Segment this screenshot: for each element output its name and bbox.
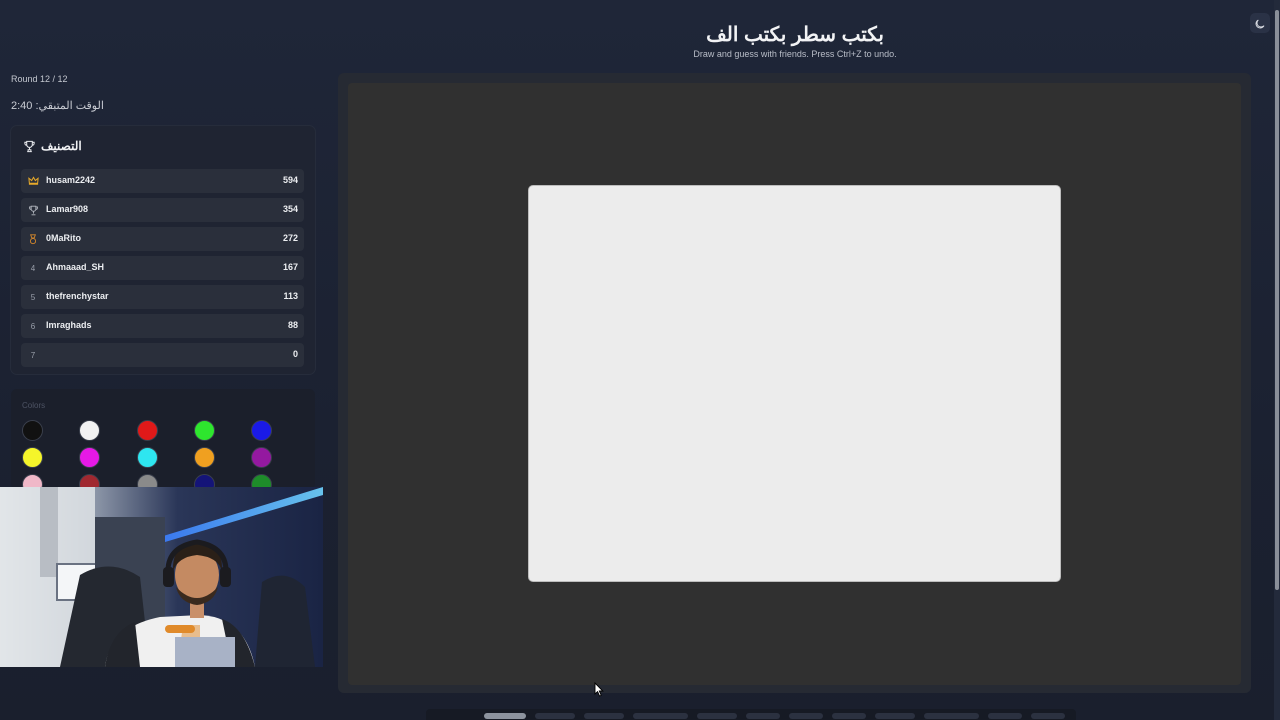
player-score: 594	[282, 175, 298, 185]
trophy-icon	[24, 140, 35, 152]
mouse-cursor-icon	[594, 682, 604, 697]
leaderboard-title: التصنيف	[41, 139, 82, 153]
player-score: 272	[282, 233, 298, 243]
time-remaining: الوقت المتبقي: 2:40	[11, 100, 104, 112]
page-title: بكتب سطر بكتب الف	[706, 24, 884, 46]
leaderboard-row: 0MaRito 272	[21, 227, 304, 251]
toolbar-tool[interactable]	[924, 713, 979, 719]
leaderboard-row: husam2242 594	[21, 169, 304, 193]
player-name: Imraghads	[46, 320, 92, 330]
color-swatch[interactable]	[79, 420, 100, 441]
player-score: 167	[282, 262, 298, 272]
rank-number: 6	[30, 321, 36, 331]
player-name: husam2242	[46, 175, 96, 185]
leaderboard-row: 4 Ahmaaad_SH 167	[21, 256, 304, 280]
theme-toggle-button[interactable]	[1250, 13, 1270, 33]
toolbar-tool-active[interactable]	[484, 713, 526, 719]
player-name: Ahmaaad_SH	[46, 262, 105, 272]
color-swatch[interactable]	[79, 447, 100, 468]
color-swatch[interactable]	[194, 420, 215, 441]
moon-icon	[1255, 19, 1264, 28]
rank-number: 7	[30, 350, 36, 360]
drawing-canvas[interactable]	[528, 185, 1061, 582]
medal-icon	[27, 232, 39, 246]
toolbar-tool[interactable]	[584, 713, 624, 719]
player-name: Lamar908	[46, 204, 89, 214]
leaderboard-row: 7 0	[21, 343, 304, 367]
toolbar-tool[interactable]	[746, 713, 780, 719]
crown-icon	[27, 174, 39, 188]
rank-number: 4	[30, 263, 36, 273]
rank-number: 5	[30, 292, 36, 302]
toolbar-tool[interactable]	[875, 713, 915, 719]
player-name: 0MaRito	[46, 233, 82, 243]
leaderboard-row: Lamar908 354	[21, 198, 304, 222]
toolbar-tool[interactable]	[633, 713, 688, 719]
round-indicator: Round 12 / 12	[11, 74, 68, 84]
toolbar-tool[interactable]	[535, 713, 575, 719]
leaderboard-row: 6 Imraghads 88	[21, 314, 304, 338]
page-scrollbar-thumb[interactable]	[1275, 10, 1279, 590]
page-subtitle: Draw and guess with friends. Press Ctrl+…	[693, 49, 897, 59]
color-swatch[interactable]	[194, 447, 215, 468]
player-score: 88	[287, 320, 298, 330]
leaderboard-header: التصنيف	[23, 139, 82, 153]
player-name: thefrenchystar	[46, 291, 109, 301]
webcam-overlay	[0, 487, 323, 667]
leaderboard-row: 5 thefrenchystar 113	[21, 285, 304, 309]
toolbar-tool[interactable]	[789, 713, 823, 719]
color-swatch[interactable]	[251, 420, 272, 441]
color-swatch[interactable]	[251, 447, 272, 468]
color-swatch[interactable]	[137, 420, 158, 441]
color-swatch[interactable]	[22, 420, 43, 441]
color-swatch[interactable]	[137, 447, 158, 468]
color-swatch[interactable]	[22, 447, 43, 468]
webcam-image	[0, 487, 323, 667]
leaderboard-panel: التصنيف husam2242 594 Lamar908 354 0MaRi…	[11, 126, 315, 374]
colors-label: Colors	[22, 401, 46, 410]
toolbar-tool[interactable]	[988, 713, 1022, 719]
player-score: 113	[283, 291, 298, 301]
player-score: 0	[292, 349, 298, 359]
trophy-icon	[27, 203, 39, 217]
toolbar-tool[interactable]	[1031, 713, 1065, 719]
toolbar-tool[interactable]	[832, 713, 866, 719]
toolbar-tool[interactable]	[697, 713, 737, 719]
color-palette-panel: Colors	[11, 389, 315, 495]
player-score: 354	[282, 204, 298, 214]
